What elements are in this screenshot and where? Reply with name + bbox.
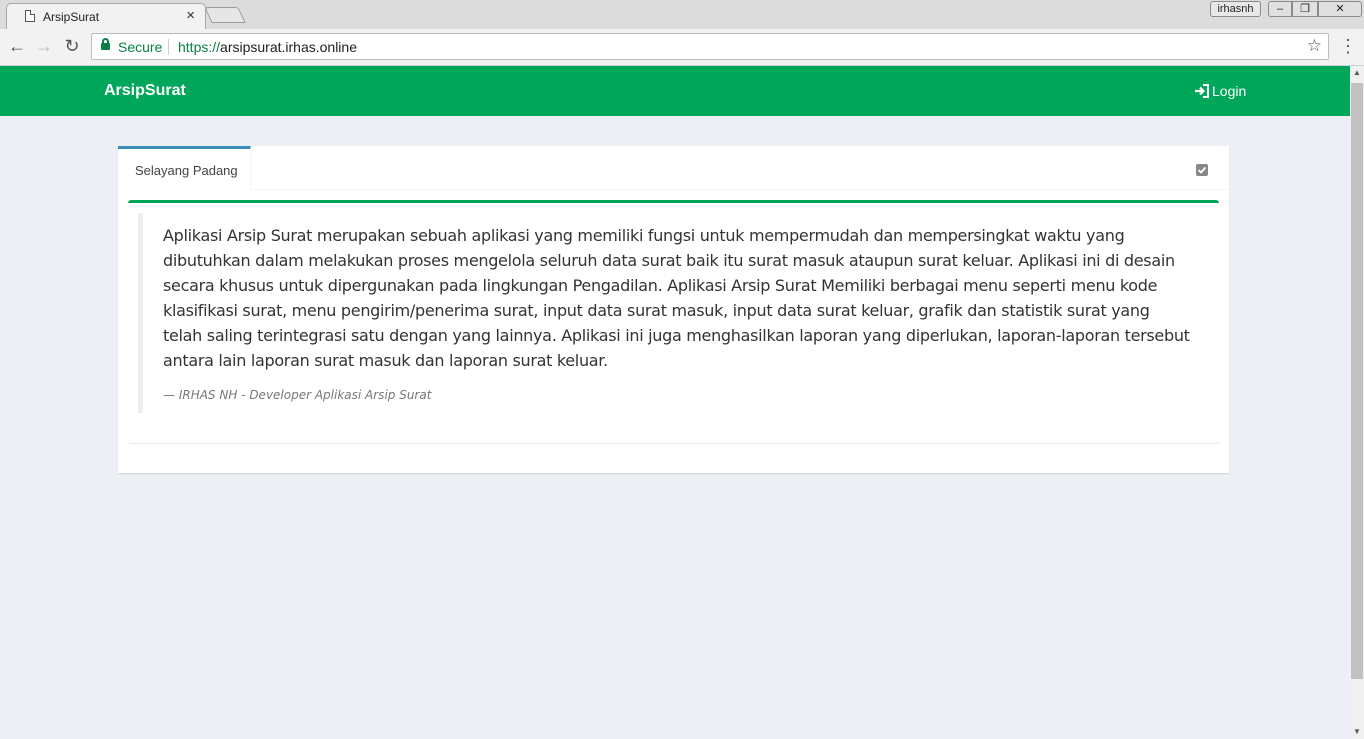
tab-label: Selayang Padang: [135, 163, 238, 178]
quote-author: — IRHAS NH - Developer Aplikasi Arsip Su…: [163, 388, 432, 402]
browser-menu-icon[interactable]: ⋮: [1339, 36, 1357, 56]
url-host: arsipsurat.irhas.online: [220, 39, 357, 55]
scroll-up-arrow-icon[interactable]: ▲: [1350, 66, 1364, 80]
check-square-icon[interactable]: [1196, 164, 1208, 176]
lock-icon: [101, 38, 110, 50]
content-box: Aplikasi Arsip Surat merupakan sebuah ap…: [128, 200, 1219, 443]
secure-label: Secure: [118, 39, 163, 55]
tabs-box: Selayang Padang Aplikasi Arsip Surat mer…: [118, 146, 1229, 473]
tab-selayang-padang[interactable]: Selayang Padang: [118, 146, 251, 190]
about-blockquote: Aplikasi Arsip Surat merupakan sebuah ap…: [138, 213, 1208, 413]
login-link[interactable]: Login: [1194, 83, 1246, 99]
tab-nav: Selayang Padang: [118, 146, 1229, 190]
reload-icon[interactable]: ↻: [61, 35, 83, 57]
close-window-button[interactable]: ✕: [1318, 1, 1362, 17]
back-arrow-icon[interactable]: ←: [6, 35, 28, 57]
browser-tabstrip: ArsipSurat × irhasnh – ❐ ✕: [0, 0, 1364, 30]
forward-arrow-icon[interactable]: →: [33, 35, 55, 57]
scroll-down-arrow-icon[interactable]: ▼: [1350, 725, 1364, 739]
page-icon: [25, 10, 35, 22]
login-label: Login: [1212, 83, 1247, 99]
sign-in-icon: [1194, 84, 1210, 98]
bookmark-star-icon[interactable]: ☆: [1307, 36, 1322, 56]
url-separator: [168, 39, 169, 55]
close-tab-icon[interactable]: ×: [186, 7, 195, 25]
browser-toolbar: ← → ↻ Secure https://arsipsurat.irhas.on…: [0, 29, 1364, 66]
profile-button[interactable]: irhasnh: [1210, 1, 1261, 17]
page-scrollbar[interactable]: ▲ ▼: [1350, 66, 1364, 739]
new-tab-button[interactable]: [204, 7, 246, 23]
restore-button[interactable]: ❐: [1292, 1, 1318, 17]
browser-tab-arsipsurat[interactable]: ArsipSurat ×: [6, 3, 206, 30]
scroll-thumb[interactable]: [1351, 83, 1363, 679]
minimize-button[interactable]: –: [1268, 1, 1292, 17]
url-scheme: https://: [178, 39, 221, 55]
about-text: Aplikasi Arsip Surat merupakan sebuah ap…: [163, 226, 1190, 370]
browser-tab-title: ArsipSurat: [43, 10, 100, 24]
url-text[interactable]: https://arsipsurat.irhas.online: [178, 39, 357, 55]
brand-logo-text[interactable]: ArsipSurat: [104, 82, 186, 100]
address-bar[interactable]: Secure https://arsipsurat.irhas.online ☆: [91, 33, 1329, 60]
top-navbar: ArsipSurat Login: [0, 66, 1350, 116]
